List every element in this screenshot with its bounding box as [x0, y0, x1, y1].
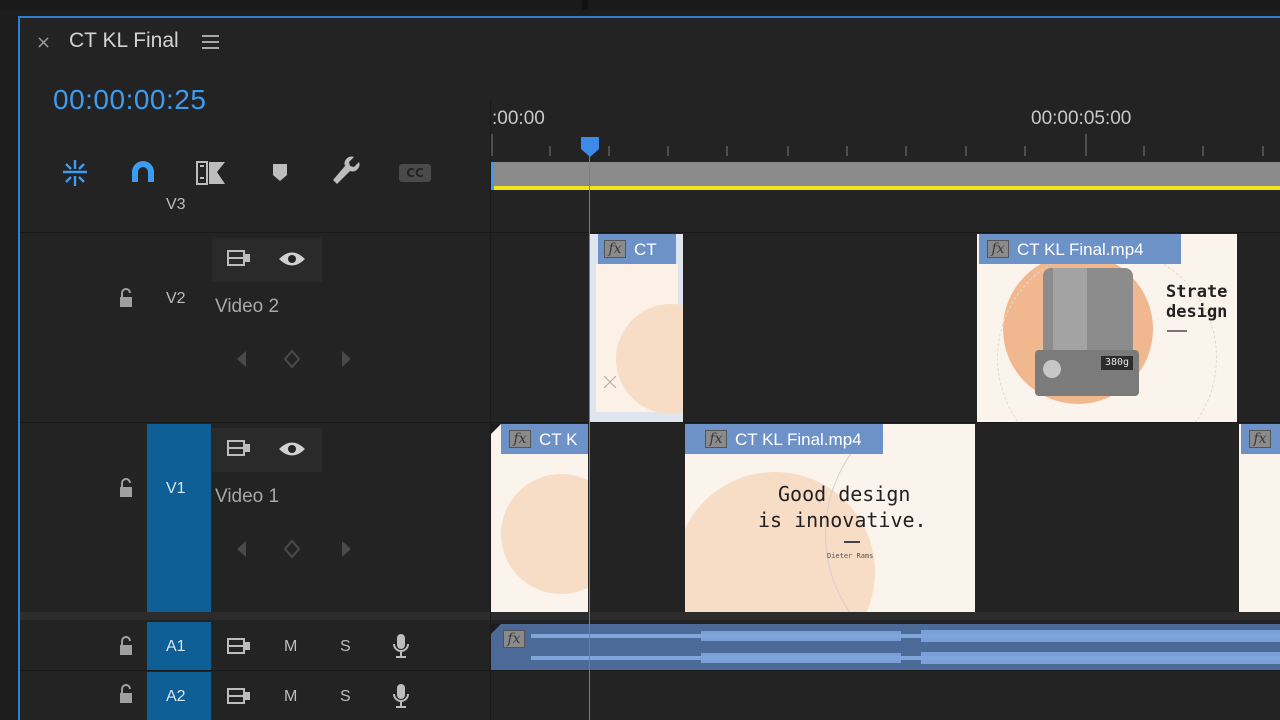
add-marker-icon[interactable]: [271, 162, 289, 182]
add-keyframe-icon[interactable]: [283, 349, 301, 369]
product-image: [1043, 268, 1133, 352]
playhead-timecode[interactable]: 00:00:00:25: [53, 84, 206, 116]
insert-overwrite-nest-icon[interactable]: [59, 158, 91, 188]
clip-a1-audio[interactable]: fx: [491, 624, 1280, 670]
clip-name: CT: [634, 240, 657, 259]
ruler-ticks: [491, 134, 1264, 156]
clip-v2-small[interactable]: fx CT: [590, 234, 683, 422]
add-keyframe-icon[interactable]: [283, 539, 301, 559]
time-ruler[interactable]: :00:00 00:00:05:00: [490, 100, 1280, 190]
clip-v1-main[interactable]: Good design is innovative. Dieter Rams f…: [685, 424, 975, 612]
voiceover-record-mic-icon[interactable]: [392, 682, 410, 710]
timeline-settings-wrench-icon[interactable]: [331, 156, 363, 188]
track-label-a2: A2: [166, 688, 186, 705]
voiceover-record-mic-icon[interactable]: [392, 632, 410, 660]
header-timeline-separator: [490, 100, 491, 720]
product-base: 380g: [1035, 350, 1139, 396]
track-divider: [20, 232, 1280, 233]
clip-name: CT KL Final.mp4: [735, 430, 862, 449]
sync-lock-icon[interactable]: [226, 686, 252, 706]
prev-keyframe-icon[interactable]: [237, 541, 246, 557]
track-label-v1: V1: [166, 480, 186, 497]
clip-quote-credit: Dieter Rams: [827, 552, 874, 560]
clip-header: fx CT: [598, 234, 676, 264]
sync-lock-icon[interactable]: [226, 248, 252, 268]
lock-track-icon[interactable]: [118, 478, 134, 498]
lock-track-icon[interactable]: [118, 288, 134, 308]
fx-badge-icon[interactable]: fx: [509, 430, 531, 448]
clip-thumbnail: [596, 264, 683, 414]
clip-header: fx CT KL Final.mp4: [685, 424, 883, 454]
sequence-tab-title[interactable]: CT KL Final: [69, 29, 179, 53]
track-divider: [20, 422, 1280, 423]
close-tab-icon[interactable]: ×: [36, 32, 51, 53]
keyframe-navigator: [237, 539, 350, 559]
playhead-handle-icon[interactable]: [580, 136, 600, 158]
render-status-bar: [492, 186, 1280, 190]
video-audio-divider[interactable]: [20, 612, 1280, 620]
fx-badge-icon[interactable]: fx: [987, 240, 1009, 258]
track-name-v2[interactable]: Video 2: [215, 296, 279, 318]
premiere-timeline-window: × CT KL Final 00:00:00:25 CC:00:00 00:0…: [0, 0, 1280, 720]
playhead-line[interactable]: [589, 150, 590, 720]
next-keyframe-icon[interactable]: [342, 541, 350, 557]
track-header-a1: A1 M S: [20, 622, 490, 670]
linked-selection-icon[interactable]: [195, 158, 227, 188]
audio-waveform: [531, 630, 1280, 664]
lock-track-icon[interactable]: [118, 684, 134, 704]
track-label-v2: V2: [166, 290, 186, 307]
fx-badge-icon[interactable]: fx: [604, 240, 626, 258]
top-panel-strip: [0, 0, 1280, 10]
track-name-v1[interactable]: Video 1: [215, 486, 279, 508]
clip-headline-line1: Strate: [1166, 282, 1228, 302]
mute-track-button[interactable]: M: [284, 688, 297, 706]
ruler-mid-label: 00:00:05:00: [1031, 108, 1132, 129]
clip-name: CT KL Final.mp4: [1017, 240, 1144, 259]
timeline-toolbar: CC: [55, 156, 445, 190]
sync-lock-icon[interactable]: [226, 438, 252, 458]
clip-header: fx CT KL Final.mp4: [979, 234, 1181, 264]
mute-track-button[interactable]: M: [284, 638, 297, 656]
fx-badge-icon[interactable]: fx: [705, 430, 727, 448]
fx-badge-icon[interactable]: fx: [1249, 430, 1271, 448]
source-patch-v1[interactable]: [147, 424, 211, 612]
clip-name: CT K: [539, 430, 578, 449]
track-label-a1: A1: [166, 638, 186, 655]
clip-v1-last[interactable]: fx: [1239, 424, 1280, 612]
solo-track-button[interactable]: S: [340, 638, 351, 656]
track-header-v2: V2 Video 2: [20, 234, 490, 422]
clip-quote-line1: Good design: [778, 482, 911, 506]
track-header-a2: A2 M S: [20, 672, 490, 720]
clip-v1-first[interactable]: fx CT K: [491, 424, 588, 612]
clip-header: fx: [1241, 424, 1280, 454]
panel-divider: [582, 0, 588, 10]
sync-lock-icon[interactable]: [226, 636, 252, 656]
keyframe-navigator: [237, 349, 350, 369]
prev-keyframe-icon[interactable]: [237, 351, 246, 367]
snap-magnet-icon[interactable]: [129, 160, 157, 186]
toggle-track-output-eye-icon[interactable]: [278, 440, 306, 458]
lock-track-icon[interactable]: [118, 636, 134, 656]
scale-readout: 380g: [1101, 356, 1133, 370]
track-divider: [20, 670, 1280, 671]
clip-quote-line2: is innovative.: [758, 508, 927, 532]
track-label-v3: V3: [166, 196, 186, 213]
clip-v2-main[interactable]: 380g Strate design fx CT KL Final.mp4: [977, 234, 1237, 422]
next-keyframe-icon[interactable]: [342, 351, 350, 367]
toggle-track-output-eye-icon[interactable]: [278, 250, 306, 268]
captions-cc-icon[interactable]: CC: [399, 164, 431, 182]
ruler-start-label: :00:00: [492, 108, 545, 129]
panel-menu-icon[interactable]: [202, 35, 219, 53]
work-area-bar[interactable]: [492, 162, 1280, 186]
solo-track-button[interactable]: S: [340, 688, 351, 706]
clip-headline-line2: design: [1166, 302, 1228, 322]
clip-header: fx CT K: [501, 424, 588, 454]
track-header-v1: V1 Video 1: [20, 424, 490, 612]
